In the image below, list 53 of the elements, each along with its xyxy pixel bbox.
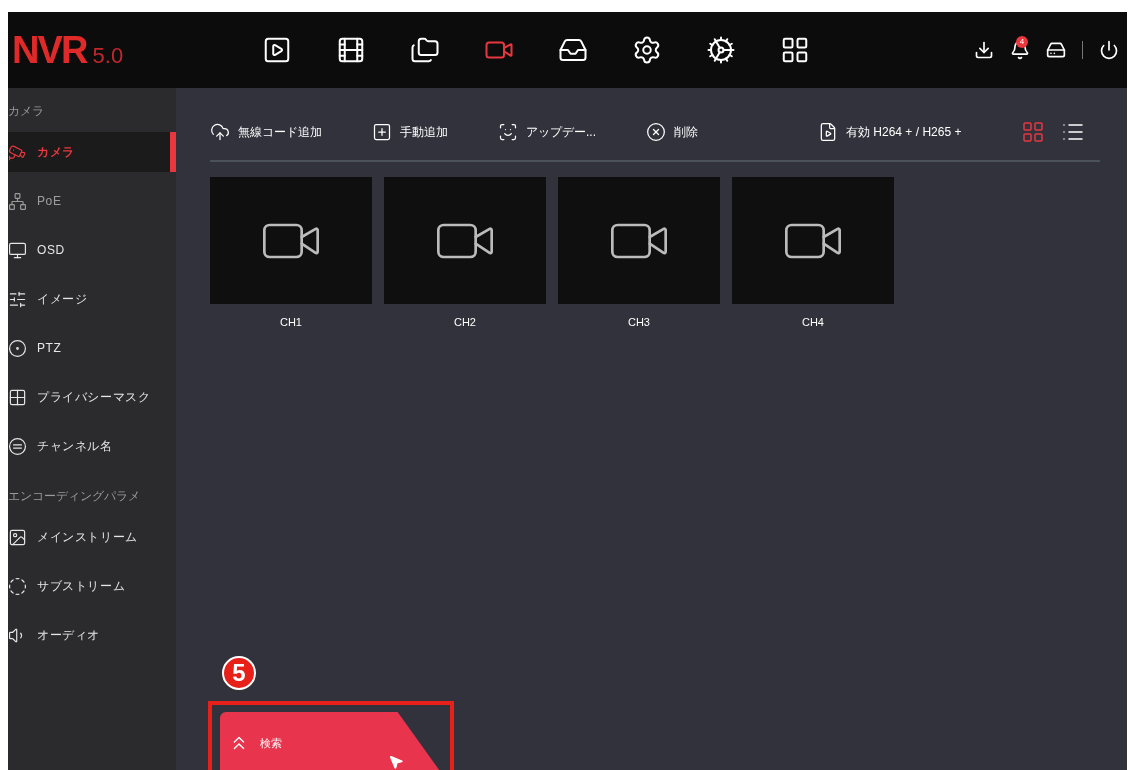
version-label: 5.0 — [92, 41, 124, 70]
sidebar-item[interactable]: サブストリーム — [8, 566, 176, 606]
notification-badge: 4 — [1016, 36, 1028, 48]
settings-icon[interactable] — [632, 35, 662, 65]
circle-dot-icon — [8, 338, 27, 358]
channel-label: CH2 — [454, 315, 476, 330]
sidebar-item[interactable]: PTZ — [8, 328, 176, 368]
channel-label: CH4 — [802, 315, 824, 330]
step-number: 5 — [222, 656, 256, 690]
channel-tile[interactable] — [558, 177, 720, 304]
grid-icon — [8, 387, 27, 407]
network-icon — [8, 191, 27, 211]
sidebar-item[interactable]: チャンネル名 — [8, 426, 176, 466]
dashed-circle-icon — [8, 576, 27, 596]
toolbar-button[interactable]: 無線コード追加 — [210, 122, 322, 142]
folder-icon[interactable] — [410, 35, 440, 65]
download-icon[interactable] — [974, 40, 994, 60]
toolbar-button[interactable]: 手動追加 — [372, 122, 448, 142]
video-file-icon — [818, 122, 838, 142]
channel-label: CH1 — [280, 315, 302, 330]
logo: NVR — [12, 27, 87, 73]
image-icon — [8, 527, 27, 547]
channel-tile[interactable] — [384, 177, 546, 304]
channel-tile[interactable] — [732, 177, 894, 304]
toolbar-button[interactable]: 有効 H264 + / H265 + — [818, 122, 962, 142]
cloud-upload-icon — [210, 122, 230, 142]
sidebar-item[interactable]: イメージ — [8, 279, 176, 319]
sidebar-item[interactable]: OSD — [8, 230, 176, 270]
plus-square-icon — [372, 122, 392, 142]
toolbar-button[interactable]: アップデー... — [498, 122, 596, 142]
close-icon — [646, 122, 666, 142]
sidebar-heading: エンコーディングパラメ — [8, 488, 141, 505]
sliders-icon — [8, 289, 27, 309]
channel-label: CH3 — [628, 315, 650, 330]
monitor-icon — [8, 240, 27, 260]
sidebar-item[interactable]: カメラ — [8, 132, 176, 172]
grid-view-icon[interactable] — [1021, 120, 1045, 144]
sidebar-heading: カメラ — [8, 103, 45, 120]
play-icon[interactable] — [262, 35, 292, 65]
channel-tile[interactable] — [210, 177, 372, 304]
toolbar-button[interactable]: 削除 — [646, 122, 698, 142]
film-icon[interactable] — [336, 35, 366, 65]
sidebar-item[interactable]: オーディオ — [8, 615, 176, 655]
face-scan-icon — [498, 122, 518, 142]
sidebar-item[interactable]: プライバシーマスク — [8, 377, 176, 417]
equal-circle-icon — [8, 436, 27, 456]
sidebar-item[interactable]: メインストリーム — [8, 517, 176, 557]
gear-icon[interactable] — [706, 35, 736, 65]
bell-icon[interactable] — [1010, 40, 1030, 60]
mouse-cursor-icon — [388, 754, 404, 770]
storage-icon[interactable] — [1046, 40, 1066, 60]
grid-icon[interactable] — [780, 35, 810, 65]
power-icon[interactable] — [1099, 40, 1119, 60]
